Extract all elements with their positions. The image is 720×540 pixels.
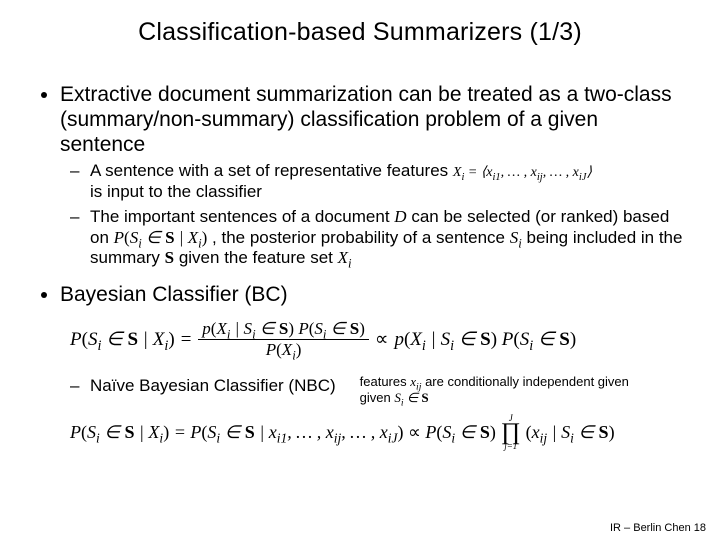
prod-lower: j=1 — [504, 443, 517, 451]
bayes-equation: P(Si ∈ S | Xi) = p(Xi | Si ∈ S) P(Si ∈ S… — [70, 320, 688, 360]
bullet-1-sub-1: A sentence with a set of representative … — [90, 161, 688, 202]
nbc-eq-term: (xij | Si ∈ S) — [526, 422, 615, 443]
bayes-denominator: P(Xi) — [266, 340, 302, 360]
b1s2-c: , the posterior probability of a sentenc… — [212, 228, 510, 247]
bullet-1-sublist: A sentence with a set of representative … — [60, 161, 688, 269]
product-icon: J ∏ j=1 — [501, 415, 521, 451]
bullet-1-sub-2: The important sentences of a document D … — [90, 207, 688, 269]
bayes-rhs: p(Xi | Si ∈ S) P(Si ∈ S) — [394, 328, 576, 351]
nbc-row: Naïve Bayesian Classifier (NBC) features… — [90, 376, 688, 407]
bullet-1-text: Extractive document summarization can be… — [60, 83, 672, 156]
slide-title: Classification-based Summarizers (1/3) — [32, 18, 688, 47]
bayes-fraction: p(Xi | Si ∈ S) P(Si ∈ S) P(Xi) — [198, 320, 369, 360]
symbol-xij: xij — [410, 374, 421, 389]
nbc-note: features xij are conditionally independe… — [360, 374, 629, 407]
nbc-equation: P(Si ∈ S | Xi) = P(Si ∈ S | xi1, … , xij… — [70, 415, 688, 451]
symbol-D: D — [394, 207, 406, 226]
feature-vector: Xi = ⟨xi1, … , xij, … , xiJ⟩ — [453, 165, 592, 180]
nbc-note-cond: Si ∈ S — [394, 390, 428, 405]
proportional-icon: ∝ — [375, 328, 389, 351]
slide-footer: IR – Berlin Chen 18 — [610, 522, 706, 534]
bullet-2-text: Bayesian Classifier (BC) — [60, 283, 288, 306]
bullet-2: Bayesian Classifier (BC) — [60, 283, 688, 308]
posterior-expr: P(Si ∈ S | Xi) — [114, 228, 208, 247]
nbc-note-given: given — [360, 390, 395, 405]
b1s2-e: given the feature set — [179, 248, 338, 267]
nbc-eq-lhs: P(Si ∈ S | Xi) = P(Si ∈ S | xi1, … , xij… — [70, 422, 496, 443]
bayes-numerator: p(Xi | Si ∈ S) P(Si ∈ S) — [198, 320, 369, 341]
bullet-1: Extractive document summarization can be… — [60, 83, 688, 269]
b1s2-a: The important sentences of a document — [90, 207, 394, 226]
nbc-note-b: are conditionally independent given — [425, 374, 629, 389]
nbc-note-a: features — [360, 374, 411, 389]
symbol-Xi: Xi — [338, 248, 352, 267]
bayes-lhs: P(Si ∈ S | Xi) = — [70, 328, 192, 351]
symbol-Si: Si — [510, 228, 522, 247]
b1s1-a: A sentence with a set of representative … — [90, 161, 453, 180]
b1s1-b: is input to the classifier — [90, 182, 262, 201]
bullet-list: Extractive document summarization can be… — [32, 83, 688, 308]
slide: Classification-based Summarizers (1/3) E… — [0, 0, 720, 540]
symbol-S: S — [165, 248, 174, 267]
nbc-label: Naïve Bayesian Classifier (NBC) — [90, 376, 336, 396]
